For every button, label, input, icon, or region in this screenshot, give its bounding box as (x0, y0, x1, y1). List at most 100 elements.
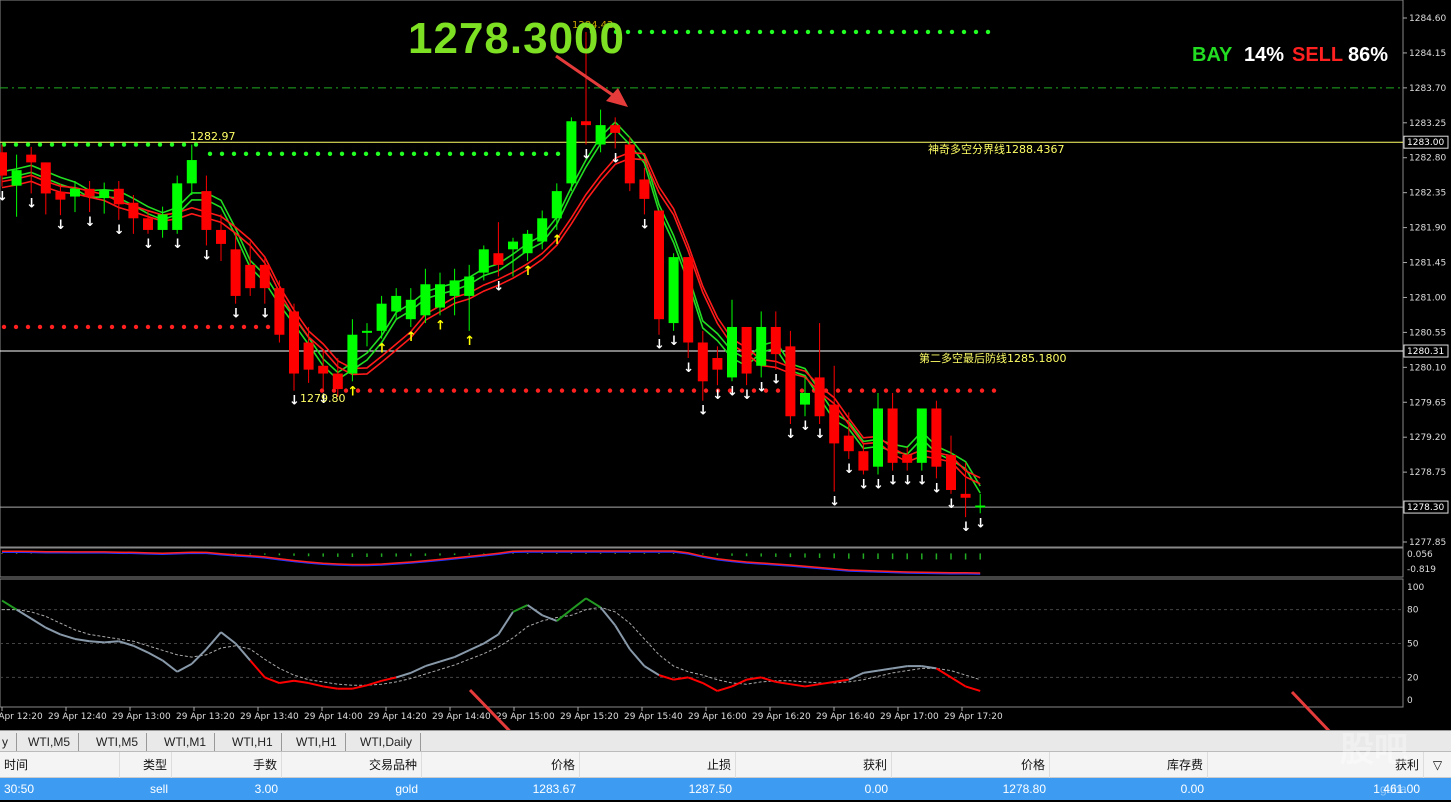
dots-resistance (913, 29, 919, 35)
stoch-tick-label: 20 (1407, 673, 1419, 683)
dots-resistance (447, 151, 453, 157)
cell-time: 30:50 (4, 782, 35, 796)
dots-support (1, 324, 7, 330)
candle-body (347, 334, 358, 374)
stoch-main-segment (89, 640, 105, 644)
header-time[interactable]: 时间 (0, 752, 120, 778)
dots-resistance (399, 151, 405, 157)
dots-resistance (519, 151, 525, 157)
time-tick-label: 29 Apr 13:00 (112, 712, 171, 722)
dots-resistance (13, 142, 19, 147)
watermark-logo: 股吧 (1340, 730, 1408, 770)
header-open-price[interactable]: 价格 (422, 752, 580, 778)
candle-body (581, 121, 591, 126)
time-tick-label: 29 Apr 16:00 (688, 712, 747, 722)
dots-resistance (315, 151, 321, 157)
dots-support (607, 388, 613, 393)
stoch-tick-label: 50 (1407, 640, 1419, 650)
dots-resistance (925, 29, 931, 35)
dots-resistance (303, 151, 309, 157)
tab-chart-4[interactable]: WTI,H1 (224, 733, 282, 751)
dots-support (883, 388, 889, 393)
table-row[interactable]: 30:50 sell 3.00 gold 1283.67 1287.50 0.0… (0, 778, 1451, 800)
price-tick-label: 1278.75 (1409, 468, 1446, 478)
dots-resistance (889, 29, 895, 35)
dots-support (37, 324, 43, 330)
dots-resistance (459, 151, 465, 157)
signal-down-arrow: ↓ (771, 373, 782, 388)
time-tick-label: 29 Apr 14:40 (432, 712, 491, 722)
signal-down-arrow: ↓ (231, 307, 242, 322)
dots-support (955, 388, 961, 393)
dots-resistance (25, 142, 31, 147)
dots-resistance (829, 29, 835, 35)
tab-chart-5[interactable]: WTI,H1 (288, 733, 346, 751)
dots-support (439, 388, 445, 393)
header-current-price[interactable]: 价格 (892, 752, 1050, 778)
price-tick-label: 1282.80 (1409, 154, 1446, 164)
dots-support (427, 388, 433, 393)
dots-support (205, 324, 211, 330)
dots-resistance (73, 142, 79, 147)
time-tick-label: 29 Apr 13:20 (176, 712, 235, 722)
dots-support (535, 388, 541, 393)
price-chart[interactable]: ↓ ↓ ↓ ↓ ↓ ↓ ↓ ↓ ↓ ↓ ↓ ↓ ↑ ↑ ↑ ↑ ↑ ↓ ↑ ↑ ↓ ↓ ↓ ↓ ↓ ↓ ↓ ↓ ↓ ↓ ↓ ↓ ↓ ↓ ↓ ↓ ↓ ↓ ↓ ↓… (0, 0, 1451, 764)
tab-chart-6[interactable]: WTI,Daily (352, 733, 421, 751)
header-symbol[interactable]: 交易品种 (282, 752, 422, 778)
dots-support (73, 324, 79, 330)
signal-down-arrow: ↓ (975, 516, 986, 531)
header-stop-loss[interactable]: 止损 (580, 752, 736, 778)
dots-support (265, 324, 271, 330)
time-tick-label: 29 Apr 15:20 (560, 712, 619, 722)
dots-support (133, 324, 139, 330)
dots-support (799, 388, 805, 393)
candle-body (259, 264, 270, 289)
level-high-label: 1282.97 (190, 130, 236, 143)
tab-chart-2[interactable]: WTI,M5 (88, 733, 147, 751)
candle-body (668, 257, 679, 324)
price-tick-label: 1283.70 (1409, 84, 1446, 94)
dots-support (169, 324, 175, 330)
price-tick-label: 1277.85 (1409, 538, 1446, 548)
candle-body (697, 342, 708, 382)
candle-body (420, 284, 431, 316)
dots-support (97, 324, 103, 330)
dots-resistance (169, 142, 175, 147)
candle-body (785, 346, 796, 417)
orders-table-header: 时间 类型 手数 交易品种 价格 止损 获利 价格 库存费 获利 ▽ (0, 752, 1451, 778)
dots-support (451, 388, 457, 393)
candle-body (157, 214, 168, 230)
candle-body (113, 188, 124, 205)
dots-resistance (291, 151, 297, 157)
candle-body (683, 257, 694, 343)
signal-down-arrow: ↓ (712, 388, 723, 403)
dots-resistance (853, 29, 859, 35)
header-volume[interactable]: 手数 (172, 752, 282, 778)
candle-body (201, 191, 212, 230)
candle-body (55, 191, 66, 200)
sell-value: 86% (1348, 44, 1389, 66)
candle-body (814, 377, 825, 417)
tab-chart-3[interactable]: WTI,M1 (156, 733, 215, 751)
header-swap[interactable]: 库存费 (1050, 752, 1208, 778)
candle-body (522, 233, 533, 254)
stoch-tick-label: 0 (1407, 696, 1413, 706)
dots-support (991, 388, 997, 393)
dots-support (679, 388, 685, 393)
sort-chevron-icon[interactable]: ▽ (1424, 752, 1451, 778)
candle-body (216, 229, 226, 244)
signal-up-arrow: ↑ (377, 342, 388, 357)
candle-body (916, 408, 927, 463)
signal-down-arrow: ↓ (961, 520, 972, 535)
dots-resistance (507, 151, 513, 157)
dots-support (631, 388, 637, 393)
header-take-profit[interactable]: 获利 (736, 752, 892, 778)
tab-chart-0[interactable]: y (0, 733, 17, 751)
chart-canvas[interactable]: ↓ ↓↓ ↓↓↓ ↓↓↓ ↓↓ ↓↑↑↑↑↑↓↑↑↓ ↓↓↓ ↓↓↓↓ ↓ ↓↓↓↓↓↓↓↓↓ ↓ ↓… (0, 0, 1451, 764)
dots-resistance (375, 151, 381, 157)
dots-resistance (231, 151, 237, 157)
dots-resistance (733, 29, 739, 35)
signal-down-arrow: ↓ (654, 338, 665, 353)
tab-chart-1[interactable]: WTI,M5 (20, 733, 79, 751)
header-type[interactable]: 类型 (120, 752, 172, 778)
